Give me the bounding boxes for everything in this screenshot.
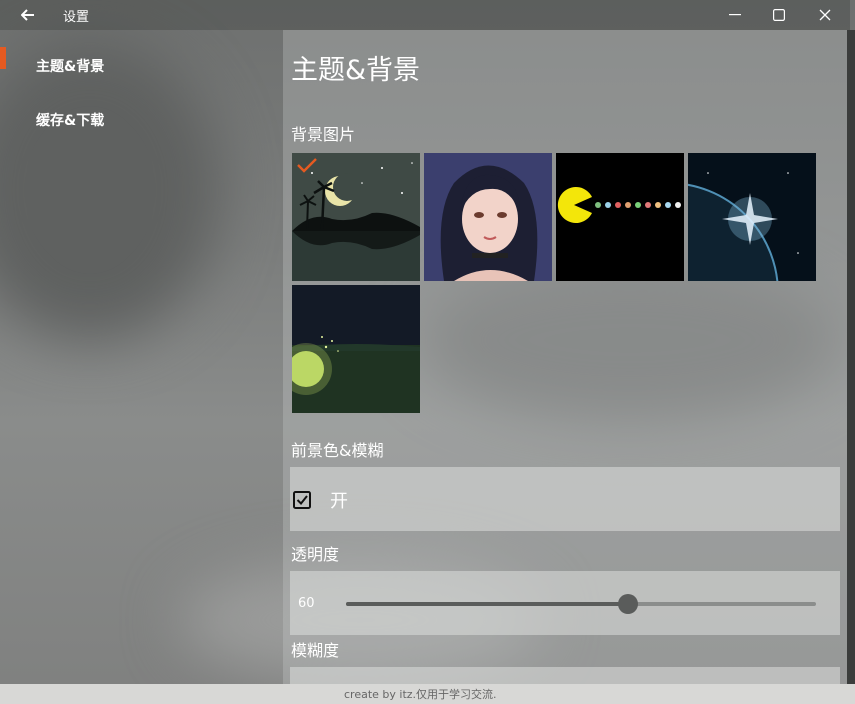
settings-panel: 主题&背景 背景图片 前景色&模糊 开 透明度 60 模糊度	[283, 30, 847, 684]
sidebar-item-label: 主题&背景	[36, 59, 105, 75]
back-arrow-icon[interactable]	[17, 5, 39, 25]
footer: create by itz.仅用于学习交流.	[0, 684, 855, 704]
background-thumbnail-planet-space[interactable]	[688, 153, 816, 281]
foreground-blur-checkbox[interactable]	[293, 491, 311, 509]
sidebar-item-cache-download[interactable]: 缓存&下载	[0, 97, 283, 141]
window-edge	[847, 30, 855, 684]
foreground-toggle-card: 开	[290, 467, 840, 531]
background-thumbnail-night-palm[interactable]	[292, 153, 420, 281]
footer-text: create by itz.仅用于学习交流.	[344, 688, 497, 701]
section-label: 前景色&模糊	[291, 441, 384, 460]
section-label: 模糊度	[291, 641, 340, 660]
selection-indicator	[0, 47, 6, 69]
slider-fill	[346, 602, 628, 606]
sidebar: 主题&背景 缓存&下载	[0, 30, 283, 684]
background-thumbnail-anime-girl[interactable]	[424, 153, 552, 281]
page-title: 主题&背景	[291, 55, 421, 86]
checkbox-label: 开	[330, 491, 348, 512]
opacity-value: 60	[298, 596, 315, 611]
section-label: 背景图片	[291, 125, 356, 144]
background-thumbnail-pacman[interactable]	[556, 153, 684, 281]
opacity-slider[interactable]	[346, 594, 816, 614]
slider-thumb[interactable]	[618, 594, 638, 614]
checkbox-checked-icon	[293, 491, 311, 509]
sidebar-item-theme-background[interactable]: 主题&背景	[0, 43, 283, 87]
checkmark-icon	[297, 158, 317, 173]
section-label: 透明度	[291, 545, 340, 564]
close-icon[interactable]	[802, 0, 848, 30]
sidebar-item-label: 缓存&下载	[36, 113, 105, 129]
maximize-icon[interactable]	[756, 0, 802, 30]
background-thumbnail-glowing-orb[interactable]	[292, 285, 420, 413]
window-title: 设置	[63, 10, 90, 25]
minimize-icon[interactable]	[712, 0, 758, 30]
title-bar: 设置	[0, 0, 850, 30]
blur-slider-card	[290, 667, 840, 684]
opacity-slider-card: 60	[290, 571, 840, 635]
